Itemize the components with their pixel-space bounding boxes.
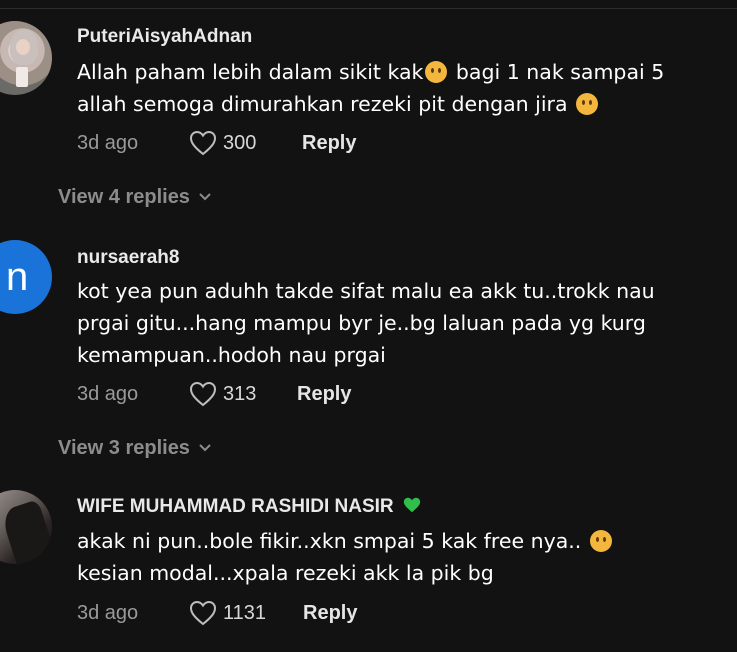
like-count: 313 (223, 382, 257, 405)
green-heart-icon (403, 497, 421, 513)
comment-text: akak ni pun..bole fikir..xkn smpai 5 kak… (77, 525, 727, 589)
view-replies-button[interactable]: View 3 replies (58, 433, 212, 463)
like-button[interactable]: 1131 (189, 598, 266, 628)
like-count: 1131 (223, 601, 267, 624)
divider (0, 8, 737, 9)
comment-text-line: akak ni pun..bole fikir..xkn smpai 5 kak… (77, 529, 582, 553)
heart-icon (189, 600, 217, 626)
comment-timestamp: 3d ago (77, 602, 139, 624)
chevron-down-icon (199, 193, 211, 201)
heart-icon (189, 381, 217, 407)
comment-text-line: kesian modal...xpala rezeki akk la pik b… (77, 561, 494, 585)
comment-timestamp: 3d ago (77, 383, 139, 405)
comment-text-line: kot yea pun aduhh takde sifat malu ea ak… (77, 279, 655, 303)
comment-username-text: WIFE MUHAMMAD RASHIDI NASIR (77, 496, 394, 517)
view-replies-label: View 3 replies (58, 436, 190, 459)
like-button[interactable]: 300 (189, 128, 256, 158)
smiling-face-with-hearts-icon (576, 93, 599, 115)
chevron-down-icon (199, 444, 211, 452)
reply-button[interactable]: Reply (297, 383, 351, 406)
heart-icon (189, 130, 217, 156)
avatar-letter: n (6, 255, 29, 299)
comment-text-line: kemampuan..hodoh nau prgai (77, 343, 386, 367)
comment-timestamp: 3d ago (77, 132, 139, 154)
like-button[interactable]: 313 (189, 379, 256, 409)
comment-text-line: bagi 1 nak sampai 5 (455, 60, 665, 84)
reply-button[interactable]: Reply (303, 602, 357, 625)
avatar[interactable] (0, 490, 52, 564)
comment-text-line: allah semoga dimurahkan rezeki pit denga… (77, 92, 568, 116)
comment-text: kot yea pun aduhh takde sifat malu ea ak… (77, 275, 727, 371)
comment-text-line: prgai gitu...hang mampu byr je..bg lalua… (77, 311, 646, 335)
comment-username[interactable]: nursaerah8 (77, 247, 179, 269)
avatar[interactable] (0, 21, 52, 95)
comment-username[interactable]: PuteriAisyahAdnan (77, 26, 252, 48)
pleading-face-icon (425, 61, 448, 83)
comment-text-line: Allah paham lebih dalam sikit kak (77, 60, 424, 84)
pensive-face-icon (589, 530, 612, 552)
comment-text: Allah paham lebih dalam sikit kak bagi 1… (77, 56, 727, 120)
comment-username[interactable]: WIFE MUHAMMAD RASHIDI NASIR (77, 496, 421, 518)
avatar[interactable]: n (0, 240, 52, 314)
view-replies-button[interactable]: View 4 replies (58, 182, 212, 212)
like-count: 300 (223, 131, 257, 154)
comments-panel: PuteriAisyahAdnan Allah paham lebih dala… (0, 0, 737, 652)
reply-button[interactable]: Reply (302, 132, 356, 155)
view-replies-label: View 4 replies (58, 185, 190, 208)
